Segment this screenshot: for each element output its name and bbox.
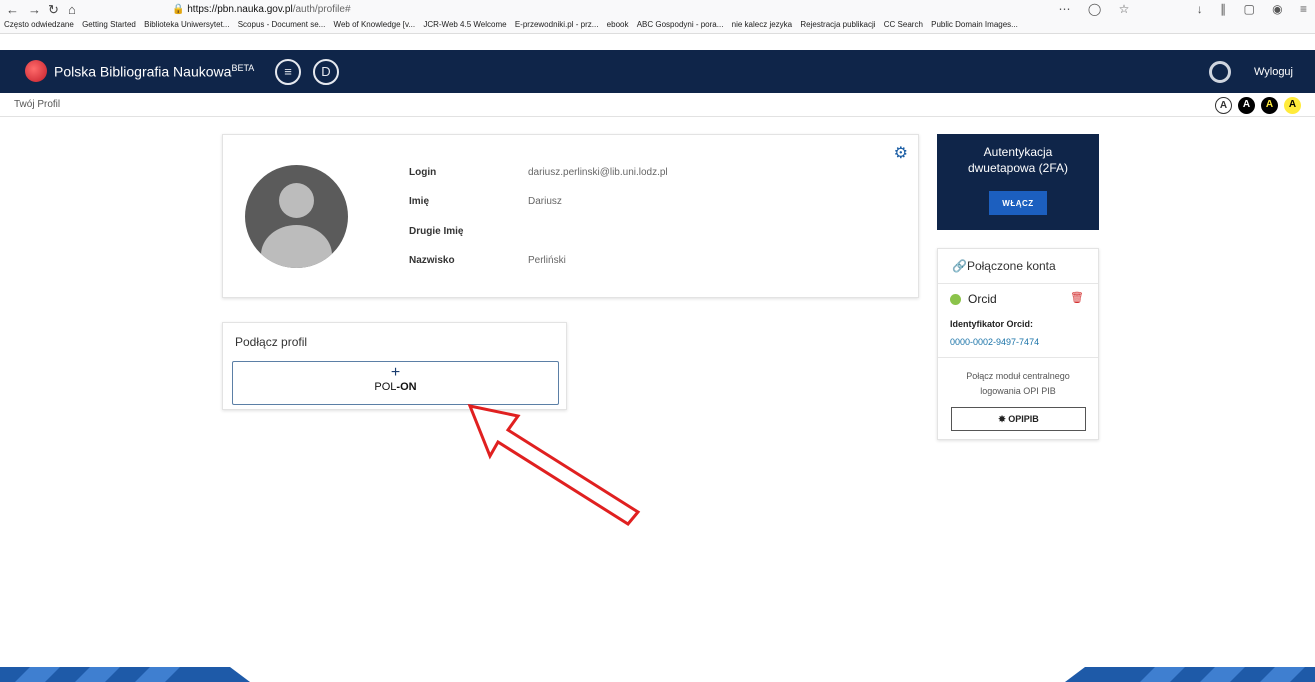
url-bar[interactable]: 🔒 https://pbn.nauka.gov.pl/auth/profile# [172, 2, 1142, 18]
pocket-icon[interactable]: ◯ [1088, 2, 1101, 16]
login-label: Login [409, 167, 437, 178]
two-factor-card: Autentykacja dwuetapowa (2FA) WŁĄCZ [937, 134, 1099, 230]
bookmark-item[interactable]: ebook [607, 20, 629, 29]
breadcrumb-bar: Twój Profil A A A A [0, 93, 1315, 117]
login-value: dariusz.perlinski@lib.uni.lodz.pl [528, 167, 668, 178]
bookmarks-bar: Często odwiedzane Getting Started Biblio… [0, 20, 1315, 33]
link-icon: 🔗 [952, 259, 967, 273]
second-name-label: Drugie Imię [409, 226, 464, 237]
bookmark-item[interactable]: Często odwiedzane [4, 20, 74, 29]
avatar-head [279, 183, 314, 218]
reload-icon[interactable]: ↻ [48, 2, 59, 18]
publications-icon[interactable]: ≡ [275, 59, 301, 85]
orcid-icon [950, 294, 961, 305]
footer-decoration-right [1065, 667, 1315, 682]
first-name-label: Imię [409, 196, 430, 207]
bookmark-item[interactable]: ABC Gospodyni - pora... [637, 20, 724, 29]
star-icon[interactable]: ☆ [1119, 2, 1130, 16]
opi-description: Połącz moduł centralnego logowania OPI P… [966, 371, 1070, 396]
opi-logo-icon: ✸ [998, 414, 1009, 424]
document-icon[interactable]: D [313, 59, 339, 85]
avatar [245, 165, 348, 268]
back-icon[interactable]: ← [6, 2, 19, 17]
divider [938, 357, 1098, 358]
url-host: https://pbn.nauka.gov.pl [187, 4, 293, 15]
menu-icon[interactable]: ≡ [1300, 2, 1307, 16]
bookmark-item[interactable]: CC Search [884, 20, 923, 29]
app-title[interactable]: Polska Bibliografia NaukowaBETA [54, 63, 254, 80]
bookmark-item[interactable]: Web of Knowledge [v... [334, 20, 416, 29]
surname-value: Perliński [528, 255, 566, 266]
orcid-id-link[interactable]: 0000-0002-9497-7474 [950, 337, 1039, 347]
bookmark-item[interactable]: Public Domain Images... [931, 20, 1018, 29]
breadcrumb: Twój Profil [14, 99, 61, 110]
lifebuoy-icon[interactable] [1209, 61, 1231, 83]
two-factor-title: Autentykacja dwuetapowa (2FA) [967, 145, 1069, 175]
connect-profile-title: Podłącz profil [235, 335, 308, 349]
connect-profile-card: Podłącz profil + POL-ON [222, 322, 567, 410]
plus-icon: + [390, 364, 401, 381]
bookmark-item[interactable]: Scopus - Document se... [238, 20, 326, 29]
gear-icon[interactable]: ⚙ [894, 143, 908, 163]
url-path: /auth/profile# [292, 4, 351, 15]
home-icon[interactable]: ⌂ [68, 2, 76, 17]
browser-tools: ⋯ ◯ ☆ ↓ ∥ ▢ ◉ ≡ [1045, 2, 1307, 16]
trash-icon[interactable]: 🗑 [1070, 291, 1084, 304]
linked-accounts-title: 🔗Połączone konta [952, 259, 1056, 273]
polon-logo: POL-ON [374, 381, 417, 393]
more-icon[interactable]: ⋯ [1059, 2, 1071, 16]
bookmark-item[interactable]: Rejestracja publikacji [800, 20, 875, 29]
account-icon[interactable]: ◉ [1272, 2, 1282, 16]
contrast-yellow-black-button[interactable]: A [1284, 97, 1301, 114]
bookmark-item[interactable]: JCR-Web 4.5 Welcome [423, 20, 506, 29]
annotation-arrow [467, 403, 641, 526]
orcid-service-name: Orcid [968, 292, 997, 306]
logout-link[interactable]: Wyloguj [1254, 66, 1293, 78]
linked-accounts-card: 🔗Połączone konta Orcid 🗑 Identyfikator O… [937, 248, 1099, 440]
forward-icon[interactable]: → [28, 2, 41, 17]
bookmark-item[interactable]: E-przewodniki.pl - prz... [515, 20, 599, 29]
divider [938, 283, 1098, 284]
first-name-value: Dariusz [528, 196, 562, 207]
enable-2fa-button[interactable]: WŁĄCZ [989, 191, 1047, 215]
contrast-black-yellow-button[interactable]: A [1261, 97, 1278, 114]
lock-icon: 🔒 [172, 4, 185, 15]
opi-pib-login-button[interactable]: ✸ OPIPIB [951, 407, 1086, 431]
beta-badge: BETA [231, 63, 255, 73]
library-icon[interactable]: ∥ [1220, 2, 1226, 16]
connect-polon-button[interactable]: + POL-ON [232, 361, 559, 405]
download-icon[interactable]: ↓ [1197, 2, 1203, 16]
browser-toolbar: ← → ↻ ⌂ 🔒 https://pbn.nauka.gov.pl/auth/… [0, 0, 1315, 34]
footer-decoration-left [0, 667, 250, 682]
app-header: Polska Bibliografia NaukowaBETA ≡ D Wylo… [0, 50, 1315, 93]
sidebar-icon[interactable]: ▢ [1243, 2, 1254, 16]
bookmark-item[interactable]: Getting Started [82, 20, 136, 29]
browser-nav-row: ← → ↻ ⌂ 🔒 https://pbn.nauka.gov.pl/auth/… [0, 0, 1315, 20]
bookmark-item[interactable]: nie kalecz jezyka [732, 20, 792, 29]
surname-label: Nazwisko [409, 255, 455, 266]
avatar-body [261, 225, 332, 268]
orcid-id-label: Identyfikator Orcid: [950, 319, 1034, 329]
bookmark-item[interactable]: Biblioteka Uniwersytet... [144, 20, 229, 29]
contrast-black-white-button[interactable]: A [1238, 97, 1255, 114]
pbn-logo-icon[interactable] [25, 60, 47, 82]
profile-card: Login dariusz.perlinski@lib.uni.lodz.pl … [222, 134, 919, 298]
contrast-default-button[interactable]: A [1215, 97, 1232, 114]
